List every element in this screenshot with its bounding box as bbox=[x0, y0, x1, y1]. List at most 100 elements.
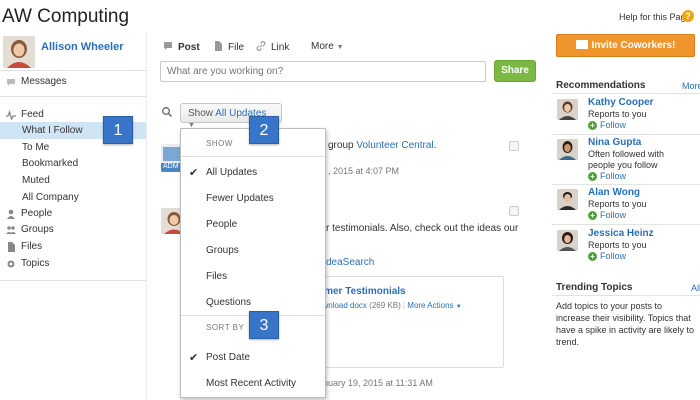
sidebar-item-label: Messages bbox=[21, 76, 67, 87]
column-divider bbox=[146, 32, 147, 400]
menu-item-label: Questions bbox=[206, 297, 252, 308]
menu-item-most-recent-activity[interactable]: Most Recent Activity bbox=[181, 375, 325, 393]
envelope-icon bbox=[575, 40, 588, 49]
chat-bubble-icon bbox=[163, 41, 173, 51]
admin-badge: ADM bbox=[161, 163, 181, 170]
sidebar-item-files[interactable]: Files bbox=[0, 238, 146, 255]
follow-button[interactable]: + Follow bbox=[588, 251, 626, 261]
sidebar-item-all-company[interactable]: All Company bbox=[0, 189, 146, 206]
tab-more[interactable]: More ▼ bbox=[311, 41, 344, 52]
chevron-down-icon: ▼ bbox=[336, 44, 344, 51]
section-divider bbox=[552, 93, 700, 94]
help-link[interactable]: Help for this Page bbox=[619, 12, 691, 22]
file-icon bbox=[213, 41, 223, 51]
recommendation-name[interactable]: Nina Gupta bbox=[588, 137, 641, 148]
tab-post[interactable]: Post bbox=[163, 41, 200, 53]
recommendation-reason: Reports to you bbox=[588, 240, 647, 250]
menu-item-label: Groups bbox=[206, 245, 239, 256]
callout-3: 3 bbox=[249, 311, 279, 339]
link-icon bbox=[256, 41, 266, 51]
user-name-link[interactable]: Allison Wheeler bbox=[41, 41, 124, 53]
group-icon bbox=[6, 225, 16, 235]
recommendation-reason: Reports to you bbox=[588, 199, 647, 209]
section-divider bbox=[552, 134, 700, 135]
feed-timestamp[interactable]: anuary 19, 2015 at 11:31 AM bbox=[318, 378, 433, 388]
attachment-title[interactable]: omer Testimonials bbox=[318, 286, 406, 297]
tab-label: Post bbox=[178, 42, 200, 53]
recommendation-name[interactable]: Jessica Heinz bbox=[588, 228, 654, 239]
tab-file[interactable]: File bbox=[213, 41, 244, 53]
checkmark-icon: ✔ bbox=[189, 167, 199, 179]
group-link[interactable]: Volunteer Central bbox=[356, 140, 433, 151]
feed-item-text: group Volunteer Central. bbox=[328, 140, 436, 151]
recommendations-title: Recommendations bbox=[556, 80, 646, 91]
avatar[interactable] bbox=[557, 230, 578, 251]
menu-item-people[interactable]: People bbox=[181, 216, 325, 234]
menu-item-label: All Updates bbox=[206, 167, 258, 178]
more-actions-link[interactable]: More Actions bbox=[407, 301, 453, 310]
sidebar-item-label: Muted bbox=[22, 175, 50, 186]
help-icon[interactable]: ? bbox=[682, 10, 694, 22]
attachment-actions: ownload docx (269 KB) | More Actions ▼ bbox=[318, 301, 462, 310]
recommendation-name[interactable]: Kathy Cooper bbox=[588, 97, 654, 108]
feed-timestamp[interactable]: , 2015 at 4:07 PM bbox=[328, 166, 399, 176]
menu-item-files[interactable]: Files bbox=[181, 268, 325, 286]
sidebar-item-people[interactable]: People bbox=[0, 205, 146, 222]
invite-coworkers-button[interactable]: Invite Coworkers! bbox=[556, 34, 695, 57]
callout-1: 1 bbox=[103, 116, 133, 144]
feed-item-menu[interactable] bbox=[509, 141, 519, 151]
follow-label: Follow bbox=[600, 210, 627, 220]
sidebar-item-bookmarked[interactable]: Bookmarked bbox=[0, 155, 146, 172]
menu-item-groups[interactable]: Groups bbox=[181, 242, 325, 260]
recommendation-reason: Reports to you bbox=[588, 109, 647, 119]
plus-icon: + bbox=[588, 121, 597, 130]
sidebar-item-groups[interactable]: Groups bbox=[0, 221, 146, 238]
avatar[interactable] bbox=[557, 99, 578, 120]
recommendations-more-link[interactable]: More bbox=[682, 81, 700, 91]
sidebar-item-label: People bbox=[21, 208, 53, 219]
show-section-header: SHOW bbox=[206, 139, 233, 148]
plus-icon: + bbox=[588, 172, 597, 181]
avatar[interactable] bbox=[557, 139, 578, 160]
menu-item-post-date[interactable]: ✔ Post Date bbox=[181, 349, 325, 367]
chat-bubble-icon bbox=[6, 77, 16, 87]
sidebar-item-label: Topics bbox=[21, 258, 50, 269]
sidebar-divider bbox=[0, 70, 146, 71]
sidebar-item-topics[interactable]: Topics bbox=[0, 255, 146, 272]
avatar[interactable] bbox=[3, 36, 35, 68]
sidebar-item-messages[interactable]: Messages bbox=[0, 73, 146, 90]
tab-link[interactable]: Link bbox=[256, 41, 289, 53]
feed-text-segment: . bbox=[433, 140, 437, 151]
gear-icon bbox=[6, 259, 16, 269]
follow-label: Follow bbox=[600, 120, 627, 130]
trending-all-link[interactable]: All bbox=[691, 283, 700, 293]
tab-label: More bbox=[311, 41, 334, 52]
menu-item-label: People bbox=[206, 219, 238, 230]
follow-button[interactable]: + Follow bbox=[588, 171, 626, 181]
menu-item-label: Fewer Updates bbox=[206, 193, 274, 204]
search-icon[interactable] bbox=[161, 106, 173, 118]
share-button[interactable]: Share bbox=[494, 60, 536, 82]
idea-search-link[interactable]: deaSearch bbox=[326, 257, 374, 268]
post-input[interactable] bbox=[160, 61, 486, 82]
sidebar-item-label: What I Follow bbox=[22, 125, 83, 136]
menu-item-fewer-updates[interactable]: Fewer Updates bbox=[181, 190, 325, 208]
menu-item-questions[interactable]: Questions bbox=[181, 294, 325, 312]
sidebar-item-label: Groups bbox=[21, 224, 54, 235]
sidebar-item-label: Bookmarked bbox=[22, 158, 79, 169]
menu-item-all-updates[interactable]: ✔ All Updates bbox=[181, 164, 325, 182]
recommendation-name[interactable]: Alan Wong bbox=[588, 187, 640, 198]
callout-2: 2 bbox=[249, 116, 279, 144]
plus-icon: + bbox=[588, 252, 597, 261]
sidebar-item-label: To Me bbox=[22, 142, 50, 153]
pulse-icon bbox=[6, 109, 16, 121]
follow-label: Follow bbox=[600, 171, 627, 181]
follow-button[interactable]: + Follow bbox=[588, 210, 626, 220]
show-filter-dropdown: SHOW ✔ All Updates Fewer Updates People … bbox=[180, 128, 326, 398]
avatar[interactable] bbox=[557, 189, 578, 210]
follow-button[interactable]: + Follow bbox=[588, 120, 626, 130]
file-size: (269 KB) bbox=[369, 301, 401, 310]
feed-item-menu[interactable] bbox=[509, 206, 519, 216]
sidebar-item-muted[interactable]: Muted bbox=[0, 172, 146, 189]
page-title: AW Computing bbox=[2, 6, 130, 27]
